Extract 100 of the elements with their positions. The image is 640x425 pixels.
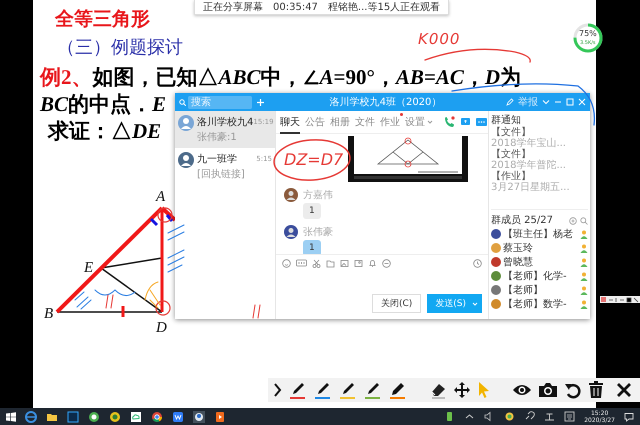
eye-icon[interactable] [512, 383, 532, 397]
member-name[interactable]: 曾晓慧 [503, 255, 578, 269]
image-icon[interactable] [340, 258, 349, 268]
problem-text: BC的中点．E [40, 91, 166, 118]
point-label: B [44, 306, 54, 322]
message-bubble: 1 [303, 203, 321, 219]
share-duration: 00:35:47 [273, 2, 318, 12]
problem-text: 如图，已知△ABC中，∠A=90°，AB=AC，D为 [92, 64, 522, 91]
ink-scribble [144, 282, 160, 308]
pen-icon[interactable] [313, 380, 332, 400]
clock-icon[interactable] [473, 258, 482, 268]
tab[interactable]: 文件 [355, 110, 375, 134]
panel-heading: 群通知 [491, 114, 522, 126]
message-preview: 张伟豪:1 [197, 130, 237, 144]
notification-icon[interactable] [624, 412, 634, 422]
move-icon[interactable] [452, 381, 470, 399]
message-preview: [回执链接] [197, 168, 245, 181]
tab[interactable]: 公告 [305, 110, 325, 134]
avatar-icon [178, 152, 194, 168]
plus-icon[interactable] [256, 98, 265, 106]
percent-reading: 75% [579, 29, 597, 38]
panel-heading: 群成员 25/27 [491, 214, 554, 227]
pen-icon[interactable] [363, 380, 382, 400]
keyboard-icon[interactable] [564, 411, 576, 422]
person-icon [580, 230, 588, 238]
link-icon[interactable] [524, 411, 536, 422]
chevron-right-icon[interactable] [272, 382, 282, 398]
chat-app-icon[interactable] [193, 410, 205, 422]
minus-circle-icon[interactable] [382, 258, 391, 268]
scissors-icon[interactable] [312, 258, 321, 268]
browser-icon[interactable] [88, 410, 100, 422]
chat-name: 洛川学校九4 [197, 116, 254, 129]
undo-icon[interactable] [564, 381, 582, 399]
tray-app-icon[interactable] [504, 411, 516, 422]
tab[interactable]: 作业 [380, 110, 400, 134]
avatar-icon [178, 115, 194, 131]
close-button[interactable]: 关闭(C) [372, 294, 422, 313]
chevron-down-icon[interactable] [427, 119, 433, 125]
ink-circle [157, 207, 173, 223]
sender-name: 张伟豪 [303, 226, 333, 239]
problem-text: 求证：△DE [48, 118, 162, 145]
tick-marks [252, 304, 260, 318]
member-name[interactable]: 【老师】数学- [503, 297, 578, 311]
cloud-icon[interactable] [130, 410, 142, 422]
person-icon [580, 286, 588, 294]
picture-icon[interactable] [354, 258, 363, 268]
hatch-marks [168, 224, 184, 272]
search-field[interactable]: 搜索 [188, 96, 252, 108]
play-icon[interactable] [214, 410, 226, 422]
windows-icon[interactable] [6, 412, 16, 422]
tab[interactable]: 聊天 [280, 110, 300, 134]
network-icon[interactable] [544, 411, 556, 422]
maximize-icon[interactable] [566, 98, 574, 106]
person-icon [580, 272, 588, 280]
toolbar-strip-drawing [600, 296, 640, 303]
search-icon [179, 98, 186, 106]
chevron-down-icon[interactable] [542, 98, 550, 106]
point-label: E [84, 260, 94, 276]
pen-icon[interactable] [288, 380, 307, 400]
tab[interactable]: 设置 [405, 110, 425, 134]
member-name[interactable]: 【老师】化学- [503, 269, 578, 283]
smiley-icon[interactable] [282, 258, 291, 268]
pencil-icon[interactable] [506, 98, 514, 106]
member-name[interactable]: 蔡玉玲 [503, 241, 578, 255]
close-icon[interactable] [616, 382, 632, 398]
chevron-down-icon [472, 300, 478, 306]
share-status: 正在分享屏幕 [203, 0, 263, 14]
avatar-icon [284, 225, 298, 239]
pen-icon[interactable] [338, 380, 357, 400]
chrome-icon[interactable] [151, 410, 163, 422]
member-name[interactable]: 【班主任】杨老 [503, 227, 578, 241]
person-icon [580, 258, 588, 266]
handwritten-note: DZ=D7 [284, 150, 344, 169]
bell-icon[interactable] [368, 258, 377, 268]
search-icon[interactable] [580, 216, 588, 224]
phone-icon[interactable] [443, 116, 455, 128]
point-label: D [156, 320, 167, 336]
hatch-marks [74, 290, 136, 310]
marker-icon[interactable] [388, 380, 407, 400]
point-label: A [156, 189, 166, 205]
document-icon[interactable] [172, 410, 184, 422]
chat-name: 九一班学 [197, 152, 237, 166]
example-label: 例2、 [40, 64, 92, 91]
member-name[interactable]: 【老师】 [503, 283, 578, 297]
chat-title: 洛川学校九4班（2020） [328, 96, 442, 109]
screen-share-icon[interactable] [460, 117, 471, 127]
tab[interactable]: 相册 [330, 110, 350, 134]
camera-icon[interactable] [538, 382, 558, 398]
sender-name: 方嘉伟 [303, 188, 333, 202]
ps-icon[interactable] [67, 410, 79, 422]
more-icon[interactable] [476, 117, 487, 127]
app-icon[interactable] [109, 410, 121, 422]
ink-circle [155, 300, 171, 316]
gif-icon[interactable] [296, 259, 307, 267]
notice-tag: 【作业】 [491, 171, 531, 182]
tick-marks [106, 294, 114, 308]
add-member-icon[interactable] [569, 216, 577, 224]
trash-icon[interactable] [588, 381, 604, 399]
notice-tag: 【文件】 [491, 149, 531, 160]
notice-tag: 【文件】 [491, 127, 531, 138]
